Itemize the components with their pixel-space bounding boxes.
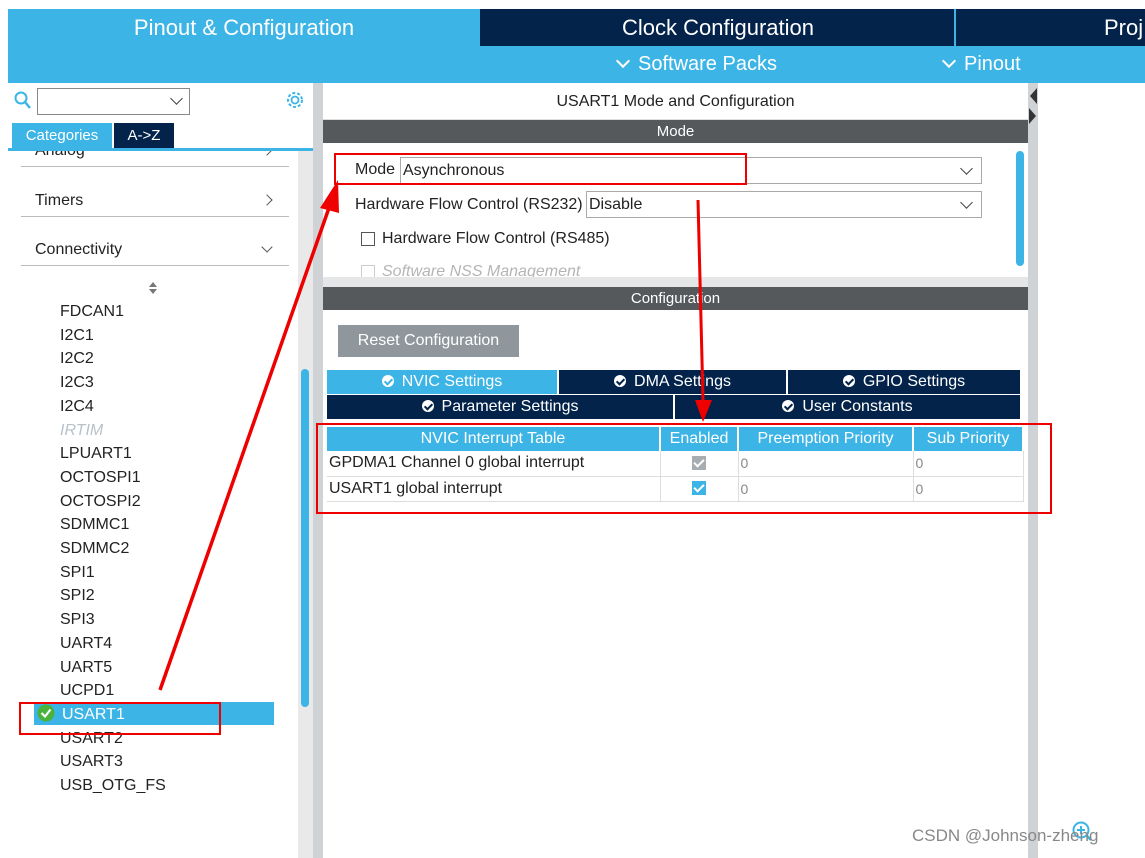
tab-gpio-settings[interactable]: GPIO Settings (788, 370, 1020, 394)
tab-categories[interactable]: Categories (12, 123, 112, 148)
group-label: Connectivity (35, 241, 123, 258)
hfc-rs485-label: Hardware Flow Control (RS485) (382, 230, 610, 247)
mode-scrollbar[interactable] (1016, 151, 1024, 266)
hfc-rs232-value: Disable (589, 196, 643, 213)
peripheral-item-sdmmc2[interactable]: SDMMC2 (60, 538, 129, 560)
check-icon (782, 400, 795, 412)
sub-menu-bar: Software Packs Pinout (8, 46, 1145, 83)
peripheral-item-lpuart1[interactable]: LPUART1 (60, 443, 132, 465)
peripheral-item-ucpd1[interactable]: UCPD1 (60, 680, 114, 702)
peripheral-item-usb-otg-fs[interactable]: USB_OTG_FS (60, 775, 166, 797)
section-gap (323, 277, 1028, 287)
tab-label: Parameter Settings (441, 398, 579, 415)
gear-icon[interactable] (284, 89, 306, 111)
peripheral-item-octospi2[interactable]: OCTOSPI2 (60, 491, 141, 513)
hfc-rs232-select[interactable]: Disable (586, 191, 982, 218)
peripheral-item-spi3[interactable]: SPI3 (60, 609, 95, 631)
chevron-down-icon (960, 196, 973, 209)
check-icon (381, 375, 394, 387)
tab-clock-configuration[interactable]: Clock Configuration (482, 9, 954, 46)
group-label: Analog (35, 151, 85, 160)
tab-label: User Constants (802, 398, 913, 415)
chevron-down-icon (261, 241, 273, 253)
hfc-rs232-label: Hardware Flow Control (RS232) (355, 196, 583, 213)
tab-label: GPIO Settings (862, 373, 966, 390)
peripheral-item-irtim[interactable]: IRTIM (60, 420, 103, 442)
peripheral-item-uart5[interactable]: UART5 (60, 657, 112, 679)
annotation-box-mode (334, 153, 747, 185)
hfc-rs485-checkbox[interactable] (361, 232, 375, 246)
category-panel: Categories A->Z Analog Timers Connectivi… (8, 83, 313, 858)
configuration-section-header[interactable]: Configuration (323, 287, 1028, 310)
group-analog[interactable]: Analog (21, 151, 289, 167)
search-icon[interactable] (14, 91, 32, 111)
chevron-right-icon (261, 151, 273, 156)
tab-parameter-settings[interactable]: Parameter Settings (327, 395, 673, 419)
peripheral-item-octospi1[interactable]: OCTOSPI1 (60, 467, 141, 489)
tab-label: NVIC Settings (401, 373, 503, 390)
chevron-down-icon (960, 162, 973, 175)
peripheral-item-spi2[interactable]: SPI2 (60, 585, 95, 607)
watermark: CSDN @Johnson-zheng (912, 826, 1099, 845)
software-packs-label: Software Packs (638, 53, 777, 75)
peripheral-item-i2c2[interactable]: I2C2 (60, 348, 94, 370)
tab-label: DMA Settings (634, 373, 731, 390)
annotation-box-usart1 (19, 702, 221, 735)
peripheral-item-spi1[interactable]: SPI1 (60, 562, 95, 584)
tab-pinout-configuration[interactable]: Pinout & Configuration (8, 9, 480, 46)
tab-project-manager[interactable]: Proj (1104, 9, 1145, 46)
tab-user-constants[interactable]: User Constants (675, 395, 1020, 419)
peripheral-item-uart4[interactable]: UART4 (60, 633, 112, 655)
tab-nvic-settings[interactable]: NVIC Settings (327, 370, 557, 394)
panel-title: USART1 Mode and Configuration (323, 83, 1028, 120)
tab-a-z[interactable]: A->Z (114, 123, 174, 148)
check-icon (614, 375, 627, 387)
chevron-down-icon (615, 53, 631, 69)
peripheral-item-sdmmc1[interactable]: SDMMC1 (60, 514, 129, 536)
peripheral-item-i2c1[interactable]: I2C1 (60, 325, 94, 347)
pinout-label: Pinout (964, 53, 1021, 75)
chevron-down-icon (170, 92, 183, 105)
search-input[interactable] (37, 88, 190, 115)
scrollbar-thumb[interactable] (301, 369, 309, 707)
left-scrollbar[interactable] (298, 151, 313, 858)
peripheral-item-i2c4[interactable]: I2C4 (60, 396, 94, 418)
top-tab-bar: Pinout & Configuration Clock Configurati… (8, 9, 1145, 46)
peripheral-item-fdcan1[interactable]: FDCAN1 (60, 301, 124, 323)
nss-checkbox (361, 265, 375, 277)
group-label: Timers (35, 192, 84, 209)
software-packs-menu[interactable]: Software Packs (615, 46, 777, 83)
group-timers[interactable]: Timers (21, 181, 289, 217)
chevron-right-icon (261, 194, 273, 206)
group-connectivity[interactable]: Connectivity (21, 230, 289, 266)
category-list: Analog Timers Connectivity FDCAN1I2C1I2C… (8, 151, 313, 858)
tab-dma-settings[interactable]: DMA Settings (559, 370, 786, 394)
sort-icon[interactable] (148, 281, 158, 295)
peripheral-item-i2c3[interactable]: I2C3 (60, 372, 94, 394)
peripheral-item-usart3[interactable]: USART3 (60, 751, 123, 773)
reset-configuration-button[interactable]: Reset Configuration (338, 325, 519, 357)
check-icon (421, 400, 434, 412)
collapse-arrow-icon[interactable] (1028, 86, 1038, 126)
annotation-box-nvic-table (316, 423, 1052, 514)
chevron-down-icon (941, 53, 957, 69)
nss-label: Software NSS Management (382, 263, 581, 277)
check-icon (842, 375, 855, 387)
tab-separator (954, 9, 956, 46)
mode-section-header[interactable]: Mode (323, 120, 1028, 143)
pinout-menu[interactable]: Pinout (941, 46, 1021, 83)
